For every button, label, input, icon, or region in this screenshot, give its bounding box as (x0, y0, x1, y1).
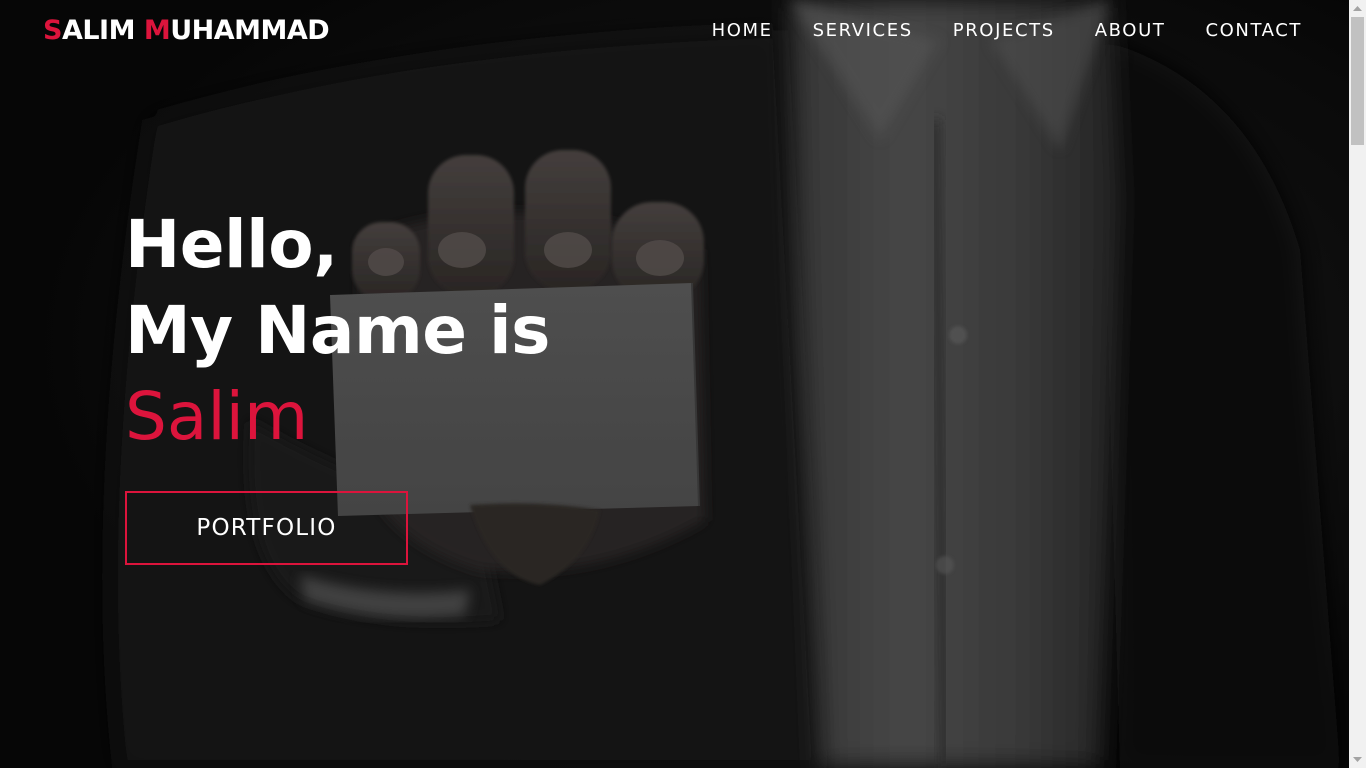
hero-name: Salim (125, 378, 309, 455)
nav-about[interactable]: ABOUT (1095, 19, 1166, 43)
logo-first-initial: S (43, 15, 62, 46)
page-viewport: SALIM MUHAMMAD HOME SERVICES PROJECTS AB… (0, 0, 1349, 768)
main-nav: HOME SERVICES PROJECTS ABOUT CONTACT (672, 19, 1302, 43)
portfolio-button-label: PORTFOLIO (196, 515, 337, 541)
hero-greeting: Hello, (125, 206, 338, 283)
nav-services[interactable]: SERVICES (813, 19, 913, 43)
site-logo[interactable]: SALIM MUHAMMAD (43, 13, 330, 49)
hero-intro: My Name is (125, 292, 550, 369)
scroll-up-arrow-icon[interactable] (1349, 0, 1366, 17)
hero-heading: Hello, My Name is Salim (125, 202, 550, 460)
nav-home[interactable]: HOME (712, 19, 773, 43)
vertical-scrollbar[interactable] (1349, 0, 1366, 768)
scrollbar-thumb[interactable] (1351, 17, 1364, 145)
nav-projects[interactable]: PROJECTS (953, 19, 1055, 43)
top-navbar: SALIM MUHAMMAD HOME SERVICES PROJECTS AB… (0, 0, 1349, 64)
logo-first-rest: ALIM (61, 15, 136, 46)
scroll-down-arrow-icon[interactable] (1349, 751, 1366, 768)
portfolio-button[interactable]: PORTFOLIO (125, 491, 408, 565)
logo-last-initial: M (143, 15, 171, 46)
logo-last-rest: UHAMMAD (170, 15, 330, 46)
nav-contact[interactable]: CONTACT (1205, 19, 1302, 43)
